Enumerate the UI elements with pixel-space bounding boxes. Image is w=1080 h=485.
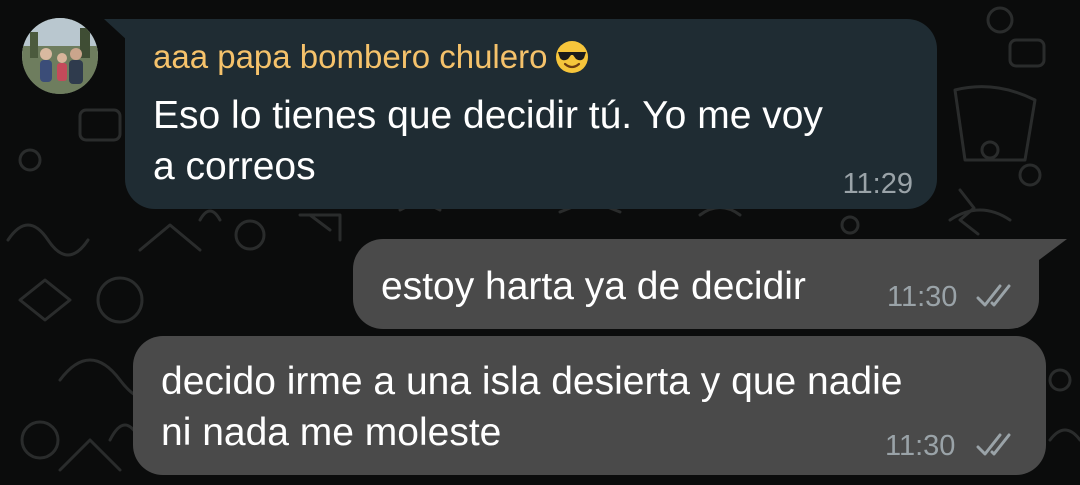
message-text: estoy harta ya de decidir xyxy=(381,261,806,312)
message-line: estoy harta ya de decidir xyxy=(381,265,806,308)
avatar[interactable] xyxy=(22,18,98,94)
message-text: decido irme a una isla desierta y que na… xyxy=(161,356,902,458)
message-line: Eso lo tienes que decidir tú. Yo me voy xyxy=(153,94,823,137)
message-bubble-outgoing[interactable]: decido irme a una isla desierta y que na… xyxy=(133,336,1046,475)
message-line: ni nada me moleste xyxy=(161,411,502,454)
message-line: decido irme a una isla desierta y que na… xyxy=(161,360,903,403)
sender-name-label: aaa papa bombero chulero xyxy=(153,38,548,75)
message-time: 11:30 xyxy=(885,430,956,462)
avatar-photo xyxy=(22,18,98,94)
smiling-face-with-sunglasses-icon xyxy=(555,40,589,82)
sender-name[interactable]: aaa papa bombero chulero xyxy=(153,38,589,82)
bubble-tail-outgoing xyxy=(1035,239,1067,263)
chat-view: aaa papa bombero chulero Eso lo tienes q… xyxy=(0,0,1080,485)
message-time: 11:30 xyxy=(887,281,958,313)
double-check-icon xyxy=(976,433,1011,456)
message-bubble-incoming[interactable]: aaa papa bombero chulero Eso lo tienes q… xyxy=(125,19,937,209)
message-line: a correos xyxy=(153,145,316,188)
message-bubble-outgoing[interactable]: estoy harta ya de decidir 11:30 xyxy=(353,239,1039,329)
double-check-icon xyxy=(976,284,1011,307)
message-time: 11:29 xyxy=(842,168,913,200)
message-text: Eso lo tienes que decidir tú. Yo me voy … xyxy=(153,90,823,192)
